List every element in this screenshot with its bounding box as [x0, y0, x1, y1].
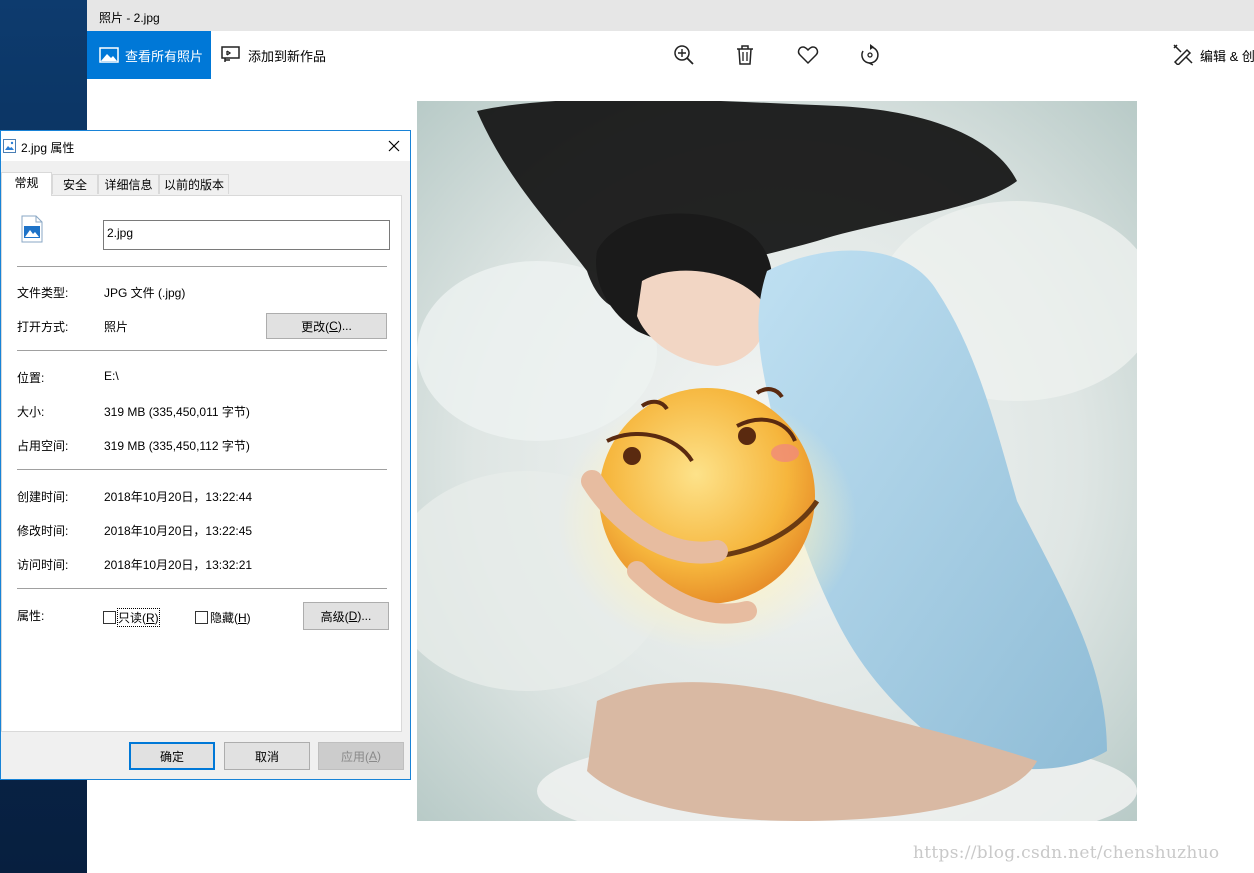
tab-general[interactable]: 常规 [1, 172, 52, 196]
hidden-label: 隐藏(H) [210, 609, 251, 626]
accessed-label: 访问时间: [17, 558, 69, 572]
apply-button-text: 应用( [340, 749, 369, 764]
apply-button-key: A [368, 749, 377, 763]
rotate-icon[interactable] [856, 41, 884, 69]
open-with-value: 照片 [104, 320, 129, 334]
advanced-button-tail: )... [357, 609, 372, 623]
apply-button[interactable]: 应用(A) [318, 742, 404, 770]
displayed-photo [417, 101, 1137, 821]
change-button-key: C [329, 319, 338, 333]
divider [17, 588, 387, 589]
view-all-photos-label: 查看所有照片 [125, 48, 204, 64]
hidden-key: H [238, 611, 247, 625]
location-value: E:\ [104, 369, 119, 383]
advanced-button-key: D [348, 609, 358, 623]
edit-create-label: 编辑 & 创 [1200, 48, 1254, 64]
add-to-new-creation-label: 添加到新作品 [248, 48, 327, 64]
size-on-disk-label: 占用空间: [17, 439, 69, 453]
readonly-tail: ) [154, 611, 159, 625]
change-button[interactable]: 更改(C)... [266, 313, 387, 339]
accessed-value: 2018年10月20日，13:32:21 [104, 558, 253, 572]
tab-security[interactable]: 安全 [52, 174, 98, 194]
tab-details[interactable]: 详细信息 [98, 174, 159, 194]
close-icon[interactable] [384, 136, 404, 156]
open-with-label: 打开方式: [17, 320, 69, 334]
modified-value: 2018年10月20日，13:22:45 [104, 524, 253, 538]
image-file-icon [3, 139, 17, 156]
add-to-new-creation-button[interactable]: 添加到新作品 [221, 31, 326, 79]
change-button-tail: )... [337, 319, 352, 333]
file-name-field[interactable]: 2.jpg [103, 220, 390, 250]
file-type-label: 文件类型: [17, 286, 69, 300]
hidden-checkbox-box [195, 611, 208, 624]
dialog-title: 2.jpg 属性 [21, 141, 75, 155]
cancel-button[interactable]: 取消 [224, 742, 310, 770]
divider [17, 266, 387, 267]
created-value: 2018年10月20日，13:22:44 [104, 490, 253, 504]
picture-icon [99, 45, 119, 65]
readonly-label: 只读(R) [117, 608, 160, 627]
photos-toolbar: 查看所有照片 添加到新作品 编辑 & 创 [87, 31, 1254, 79]
window-titlebar: 照片 - 2.jpg [87, 0, 1254, 31]
readonly-text: 只读( [118, 611, 146, 625]
advanced-button[interactable]: 高级(D)... [303, 602, 389, 630]
created-label: 创建时间: [17, 490, 69, 504]
view-all-photos-button[interactable]: 查看所有照片 [87, 31, 211, 79]
watermark-url: https://blog.csdn.net/chenshuzhuo [913, 843, 1220, 863]
file-type-value: JPG 文件 (.jpg) [104, 286, 186, 300]
divider [17, 350, 387, 351]
location-label: 位置: [17, 371, 45, 385]
size-value: 319 MB (335,450,011 字节) [104, 405, 250, 419]
modified-label: 修改时间: [17, 524, 69, 538]
divider [17, 469, 387, 470]
edit-create-icon [1172, 43, 1194, 68]
tab-previous-versions[interactable]: 以前的版本 [159, 174, 229, 194]
advanced-button-text: 高级( [320, 609, 349, 624]
general-tab-panel: 2.jpg 文件类型: JPG 文件 (.jpg) 打开方式: 照片 更改(C)… [1, 195, 402, 732]
delete-icon[interactable] [731, 41, 759, 69]
readonly-checkbox[interactable]: 只读(R) [103, 608, 160, 627]
jpg-file-icon [21, 215, 43, 246]
add-creation-icon [221, 45, 241, 66]
file-name-value: 2.jpg [107, 226, 134, 240]
apply-button-tail: ) [377, 749, 381, 763]
window-title: 照片 - 2.jpg [99, 11, 160, 25]
dialog-titlebar: 2.jpg 属性 [1, 131, 410, 161]
change-button-text: 更改( [301, 319, 330, 334]
edit-and-create-button[interactable]: 编辑 & 创 [1172, 31, 1254, 79]
size-on-disk-value: 319 MB (335,450,112 字节) [104, 439, 250, 453]
hidden-tail: ) [246, 611, 251, 625]
properties-dialog: 2.jpg 属性 常规 安全 详细信息 以前的版本 2.jpg 文件类型: JP… [0, 130, 411, 780]
ok-button[interactable]: 确定 [129, 742, 215, 770]
readonly-checkbox-box [103, 611, 116, 624]
favorite-heart-icon[interactable] [794, 41, 822, 69]
hidden-text: 隐藏( [210, 611, 238, 625]
readonly-key: R [146, 611, 155, 625]
hidden-checkbox[interactable]: 隐藏(H) [195, 609, 251, 626]
size-label: 大小: [17, 405, 45, 419]
zoom-in-icon[interactable] [670, 41, 698, 69]
attributes-label: 属性: [17, 609, 45, 623]
